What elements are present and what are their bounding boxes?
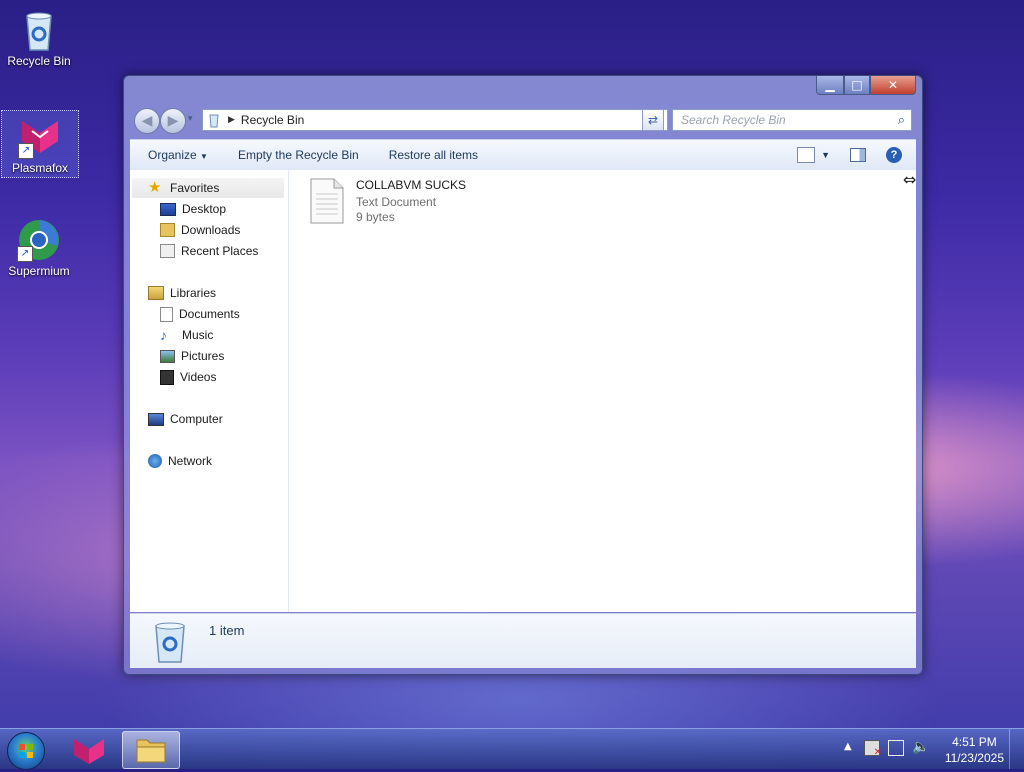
- nav-item-documents[interactable]: Documents: [160, 304, 240, 324]
- close-button[interactable]: ✕: [870, 76, 916, 95]
- desktop-icon-recycle-bin[interactable]: Recycle Bin: [1, 4, 77, 68]
- action-center-icon[interactable]: ✕: [864, 740, 882, 758]
- downloads-folder-icon: [160, 223, 175, 237]
- navigation-pane: ★ Favorites Desktop Downloads Recent Pla…: [130, 170, 289, 612]
- nav-item-downloads[interactable]: Downloads: [160, 220, 240, 240]
- nav-label: Videos: [180, 370, 217, 384]
- show-desktop-button[interactable]: [1009, 729, 1024, 769]
- caption-buttons: ▁ □ ✕: [816, 76, 916, 95]
- taskbar-plasmafox[interactable]: [66, 731, 112, 767]
- chevron-down-icon: ▼: [200, 152, 208, 161]
- nav-item-videos[interactable]: Videos: [160, 367, 216, 387]
- recent-pages-dropdown[interactable]: ▾: [188, 114, 193, 124]
- nav-label: Recent Places: [181, 244, 259, 258]
- libraries-icon: [148, 286, 164, 300]
- preview-pane-icon[interactable]: [850, 148, 866, 162]
- clock-date: 11/23/2025: [944, 751, 1004, 765]
- view-options-dropdown[interactable]: ▼: [821, 150, 830, 160]
- details-pane: 1 item: [130, 613, 916, 668]
- nav-label: Network: [168, 454, 213, 468]
- nav-item-network[interactable]: Network: [148, 451, 212, 471]
- desktop-icon-label: Supermium: [8, 264, 70, 278]
- nav-label: Pictures: [181, 349, 225, 363]
- restore-all-items-button[interactable]: Restore all items: [389, 148, 478, 162]
- change-view-icon[interactable]: [797, 147, 816, 163]
- desktop-icon: [160, 202, 176, 216]
- command-bar: Organize ▼ Empty the Recycle Bin Restore…: [130, 139, 916, 171]
- address-row: ◀ ▶ ▾ ▶ Recycle Bin ▼ ⇄ Search Recycle B…: [132, 106, 916, 134]
- star-icon: ★: [148, 179, 162, 196]
- system-tray: ▲ ✕ 🔈 4:51 PM 11/23/2025: [824, 729, 1024, 769]
- windows-logo-icon: [19, 744, 33, 758]
- text-document-icon: [310, 178, 344, 224]
- plasmafox-icon: [74, 739, 104, 764]
- breadcrumb-arrow-icon[interactable]: ▶: [228, 115, 235, 125]
- desktop-icon-plasmafox[interactable]: ↗ Plasmafox: [1, 110, 79, 178]
- nav-item-music[interactable]: ♪ Music: [160, 325, 213, 345]
- clock-time: 4:51 PM: [952, 735, 997, 749]
- forward-button[interactable]: ▶: [160, 108, 186, 134]
- explorer-window[interactable]: ▁ □ ✕ ◀ ▶ ▾ ▶ Recycle Bin ▼ ⇄ Search Rec…: [123, 75, 923, 675]
- taskbar: ▲ ✕ 🔈 4:51 PM 11/23/2025: [0, 728, 1024, 770]
- search-placeholder: Search Recycle Bin: [681, 113, 786, 127]
- desktop-icon-label: Plasmafox: [11, 161, 69, 175]
- organize-label: Organize: [148, 148, 197, 162]
- empty-recycle-bin-button[interactable]: Empty the Recycle Bin: [238, 148, 359, 162]
- search-input[interactable]: Search Recycle Bin ⌕: [672, 109, 912, 131]
- folder-icon: [136, 739, 166, 763]
- recent-places-icon: [160, 244, 175, 258]
- view-controls: ▼ ?: [797, 147, 902, 163]
- videos-icon: [160, 369, 174, 385]
- search-icon[interactable]: ⌕: [898, 113, 905, 128]
- file-item[interactable]: COLLABVM SUCKS Text Document 9 bytes: [310, 178, 466, 224]
- plasmafox-icon: ↗: [18, 115, 62, 159]
- clock[interactable]: 4:51 PM 11/23/2025: [945, 734, 1004, 766]
- minimize-button[interactable]: ▁: [816, 76, 844, 95]
- nav-label: Computer: [170, 412, 223, 426]
- recycle-bin-icon: [17, 8, 61, 52]
- shortcut-arrow-icon: ↗: [17, 246, 33, 262]
- network-tray-icon[interactable]: [888, 740, 904, 756]
- computer-icon: [148, 412, 164, 426]
- nav-label: Desktop: [182, 202, 227, 216]
- file-name: COLLABVM SUCKS: [356, 178, 467, 192]
- recycle-bin-icon: [209, 114, 219, 128]
- address-bar[interactable]: ▶ Recycle Bin ▼: [202, 109, 668, 131]
- start-button[interactable]: [7, 732, 45, 770]
- nav-item-desktop[interactable]: Desktop: [160, 199, 226, 219]
- supermium-icon: ↗: [17, 218, 61, 262]
- shortcut-arrow-icon: ↗: [18, 143, 34, 159]
- item-count: 1 item: [209, 623, 245, 638]
- file-type: Text Document: [356, 195, 437, 209]
- nav-label: Libraries: [170, 286, 217, 300]
- nav-item-favorites[interactable]: ★ Favorites: [148, 178, 219, 198]
- volume-muted-icon[interactable]: 🔈: [912, 739, 929, 755]
- organize-button[interactable]: Organize ▼: [148, 148, 208, 162]
- desktop-icon-label: Recycle Bin: [7, 54, 71, 68]
- taskbar-explorer[interactable]: [122, 731, 180, 769]
- nav-item-libraries[interactable]: Libraries: [148, 283, 216, 303]
- help-icon[interactable]: ?: [886, 147, 902, 163]
- music-icon: ♪: [160, 327, 167, 343]
- resize-cursor-icon: ⇔: [903, 170, 917, 189]
- nav-item-recent-places[interactable]: Recent Places: [160, 241, 258, 261]
- content-area: ★ Favorites Desktop Downloads Recent Pla…: [130, 170, 916, 612]
- maximize-button[interactable]: □: [844, 76, 870, 95]
- recycle-bin-icon: [152, 620, 188, 667]
- nav-label: Music: [182, 328, 214, 342]
- back-button[interactable]: ◀: [134, 108, 160, 134]
- documents-icon: [160, 306, 173, 322]
- nav-label: Downloads: [181, 223, 241, 237]
- file-size: 9 bytes: [356, 210, 395, 224]
- nav-label: Favorites: [170, 181, 220, 195]
- nav-item-pictures[interactable]: Pictures: [160, 346, 224, 366]
- pictures-icon: [160, 349, 175, 363]
- desktop-icon-supermium[interactable]: ↗ Supermium: [1, 214, 77, 278]
- refresh-button[interactable]: ⇄: [642, 109, 664, 131]
- address-text: Recycle Bin: [240, 113, 305, 127]
- show-hidden-icons-button[interactable]: ▲: [844, 741, 852, 752]
- nav-label: Documents: [179, 307, 240, 321]
- network-icon: [148, 454, 162, 468]
- nav-item-computer[interactable]: Computer: [148, 409, 223, 429]
